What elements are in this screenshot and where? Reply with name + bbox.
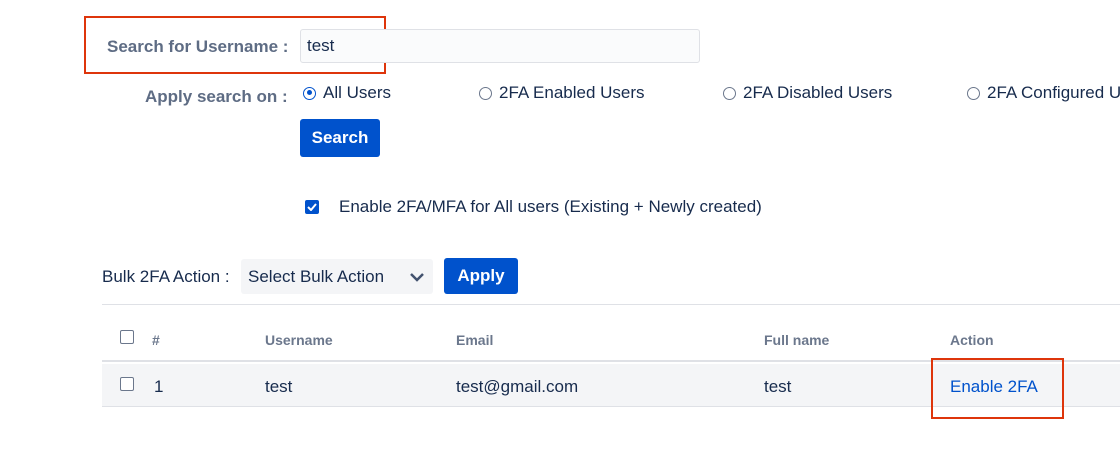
- radio-2fa-enabled[interactable]: 2FA Enabled Users: [479, 83, 645, 103]
- row-checkbox[interactable]: [120, 377, 134, 391]
- header-username: Username: [265, 332, 333, 348]
- row-fullname: test: [764, 377, 792, 396]
- radio-label: 2FA Configured Users: [987, 83, 1120, 102]
- radio-all-users[interactable]: All Users: [303, 83, 391, 103]
- radio-label: 2FA Enabled Users: [499, 83, 645, 102]
- highlight-box-action: [931, 358, 1064, 419]
- table-header: # Username Email Full name Action: [102, 318, 1120, 362]
- checkmark-icon: [307, 203, 317, 211]
- header-fullname: Full name: [764, 332, 830, 348]
- row-number: 1: [154, 377, 164, 396]
- row-username: test: [265, 377, 293, 396]
- header-number: #: [152, 332, 160, 348]
- radio-unchecked-icon[interactable]: [967, 86, 980, 100]
- bulk-action-selected: Select Bulk Action: [248, 266, 385, 286]
- radio-checked-icon[interactable]: [303, 86, 316, 100]
- bulk-action-select[interactable]: Select Bulk Action: [241, 259, 433, 294]
- apply-search-label: Apply search on :: [145, 87, 288, 106]
- radio-label: 2FA Disabled Users: [743, 83, 893, 102]
- radio-2fa-disabled[interactable]: 2FA Disabled Users: [723, 83, 892, 103]
- enable-all-option[interactable]: Enable 2FA/MFA for All users (Existing +…: [305, 197, 762, 217]
- apply-button[interactable]: Apply: [444, 258, 518, 294]
- checkbox-checked-icon[interactable]: [305, 200, 319, 214]
- header-email: Email: [456, 332, 494, 348]
- bulk-action-label: Bulk 2FA Action :: [102, 267, 230, 286]
- row-email: test@gmail.com: [456, 377, 579, 396]
- chevron-down-icon: [410, 272, 424, 282]
- divider: [102, 304, 1120, 305]
- search-label: Search for Username :: [107, 37, 289, 56]
- search-input[interactable]: [300, 29, 700, 63]
- radio-label: All Users: [323, 83, 392, 102]
- radio-unchecked-icon[interactable]: [479, 86, 492, 100]
- radio-2fa-configured[interactable]: 2FA Configured Users: [967, 83, 1120, 103]
- search-button[interactable]: Search: [300, 119, 380, 157]
- enable-all-label: Enable 2FA/MFA for All users (Existing +…: [339, 197, 762, 216]
- select-all-checkbox[interactable]: [120, 330, 134, 344]
- header-action: Action: [950, 332, 994, 348]
- radio-unchecked-icon[interactable]: [723, 86, 736, 100]
